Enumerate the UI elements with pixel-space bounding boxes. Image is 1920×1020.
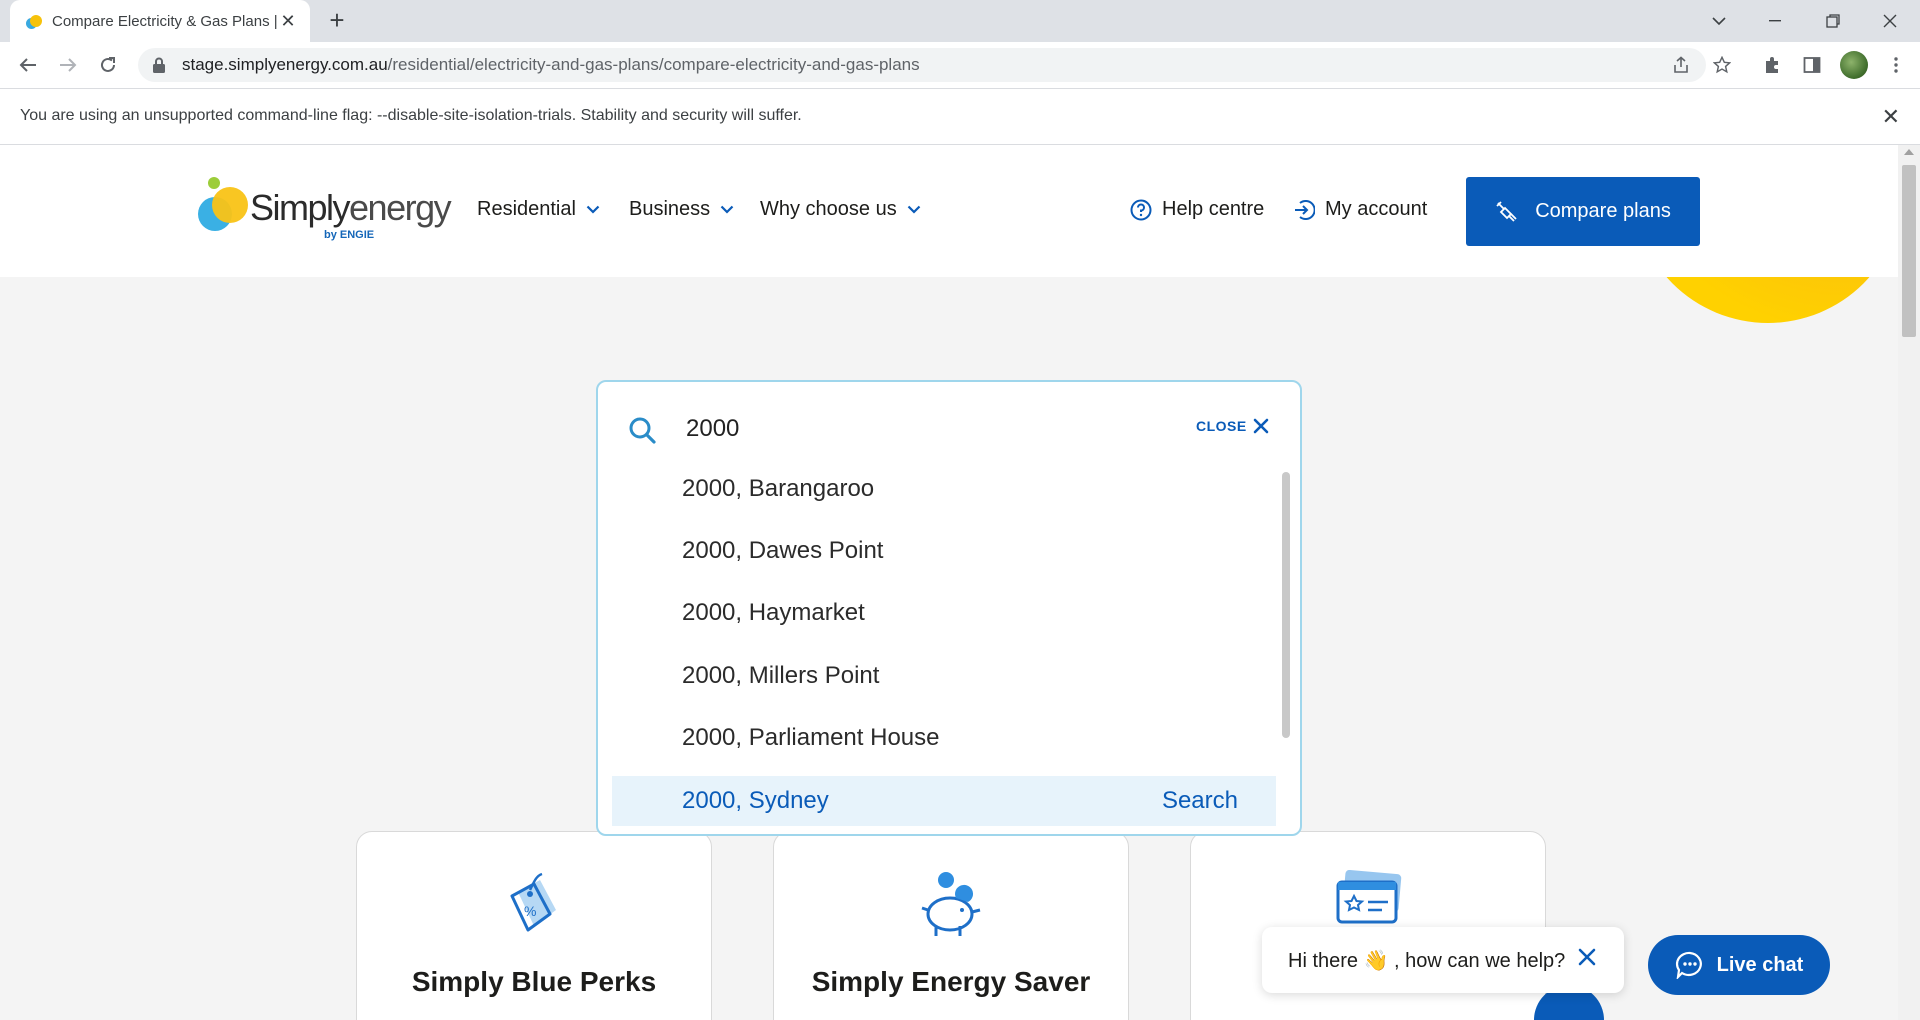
side-panel-icon[interactable] xyxy=(1798,51,1826,79)
help-centre-label: Help centre xyxy=(1162,198,1265,220)
new-tab-icon[interactable]: + xyxy=(324,7,350,34)
chevron-down-icon xyxy=(720,205,734,214)
address-bar[interactable]: stage.simplyenergy.com.au/residential/el… xyxy=(138,48,1706,82)
tab-close-icon[interactable]: ✕ xyxy=(278,11,298,31)
simply-energy-logo[interactable]: Simplyenergy by ENGIE xyxy=(198,177,452,247)
nav-residential[interactable]: Residential xyxy=(477,198,600,221)
chevron-down-icon xyxy=(907,205,921,214)
tab-search-icon[interactable] xyxy=(1706,8,1732,34)
postcode-search-popup: CLOSE 2000, Barangaroo 2000, Dawes Point… xyxy=(596,380,1302,836)
browser-tab[interactable]: Compare Electricity & Gas Plans | ✕ xyxy=(10,0,310,42)
search-result-item-active[interactable]: 2000, Sydney Search xyxy=(612,776,1276,826)
chat-greeting-text: Hi there 👋 , how can we help? xyxy=(1288,949,1566,972)
discount-tag-icon: % xyxy=(504,870,564,936)
nav-business[interactable]: Business xyxy=(629,198,734,221)
close-label: CLOSE xyxy=(1196,418,1247,434)
svg-text:%: % xyxy=(524,903,536,919)
my-account-link[interactable]: My account xyxy=(1293,198,1427,221)
membership-card-icon xyxy=(1332,870,1404,930)
tab-title: Compare Electricity & Gas Plans | xyxy=(52,12,278,30)
compare-plans-label: Compare plans xyxy=(1535,200,1671,222)
live-chat-button[interactable]: Live chat xyxy=(1648,935,1830,995)
nav-why-choose-us[interactable]: Why choose us xyxy=(760,198,921,221)
search-results-list: 2000, Barangaroo 2000, Dawes Point 2000,… xyxy=(612,464,1276,828)
infobar: You are using an unsupported command-lin… xyxy=(0,89,1920,145)
chevron-down-icon xyxy=(586,205,600,214)
browser-menu-icon[interactable] xyxy=(1882,51,1910,79)
postcode-search-input[interactable] xyxy=(684,408,1128,450)
nav-label: Business xyxy=(629,198,711,220)
help-circle-icon xyxy=(1130,199,1152,221)
scrollbar-thumb[interactable] xyxy=(1902,165,1916,337)
extensions-icon[interactable] xyxy=(1758,51,1786,79)
page-viewport: Simplyenergy by ENGIE Residential Busine… xyxy=(0,145,1920,1020)
bookmark-star-icon[interactable] xyxy=(1708,51,1736,79)
minimize-icon[interactable] xyxy=(1762,8,1788,34)
chat-close-icon[interactable] xyxy=(1578,948,1596,966)
search-icon xyxy=(628,416,656,444)
share-icon[interactable] xyxy=(1667,51,1695,79)
my-account-label: My account xyxy=(1325,198,1428,220)
url-path: /residential/electricity-and-gas-plans/c… xyxy=(387,55,920,74)
result-search-action[interactable]: Search xyxy=(1162,776,1238,826)
compare-plans-button[interactable]: Compare plans xyxy=(1466,177,1700,246)
close-window-icon[interactable] xyxy=(1877,8,1903,34)
plug-icon xyxy=(1495,200,1519,224)
search-result-item[interactable]: 2000, Millers Point xyxy=(612,651,1276,701)
piggy-bank-icon xyxy=(916,870,986,940)
page-scrollbar[interactable] xyxy=(1898,145,1920,1020)
reload-icon[interactable] xyxy=(94,51,122,79)
card-title: Simply Blue Perks xyxy=(411,966,657,997)
profile-avatar[interactable] xyxy=(1840,51,1868,79)
card-simply-blue-perks[interactable]: % Simply Blue Perks xyxy=(356,831,712,1020)
search-result-item[interactable]: 2000, Dawes Point xyxy=(612,526,1276,576)
chat-bubble-icon xyxy=(1675,951,1705,979)
infobar-close-icon[interactable]: ✕ xyxy=(1882,104,1900,130)
search-result-item[interactable]: 2000, Parliament House xyxy=(612,713,1276,763)
search-result-item[interactable]: 2000, Barangaroo xyxy=(612,464,1276,514)
results-scrollbar[interactable] xyxy=(1282,472,1290,738)
back-icon[interactable] xyxy=(14,51,42,79)
card-simply-energy-saver[interactable]: Simply Energy Saver xyxy=(773,831,1129,1020)
url-host: stage.simplyenergy.com.au xyxy=(182,55,388,74)
restore-icon[interactable] xyxy=(1820,8,1846,34)
help-centre-link[interactable]: Help centre xyxy=(1130,198,1264,221)
scroll-up-icon[interactable] xyxy=(1904,149,1914,155)
infobar-message: You are using an unsupported command-lin… xyxy=(20,107,802,124)
close-search-button[interactable]: CLOSE xyxy=(1196,418,1269,434)
favicon-icon xyxy=(24,12,42,30)
browser-toolbar: stage.simplyenergy.com.au/residential/el… xyxy=(0,42,1920,89)
browser-tabstrip: Compare Electricity & Gas Plans | ✕ + xyxy=(0,0,1920,42)
nav-label: Why choose us xyxy=(760,198,897,220)
search-result-item[interactable]: 2000, Haymarket xyxy=(612,588,1276,638)
forward-icon[interactable] xyxy=(54,51,82,79)
login-icon xyxy=(1293,199,1315,221)
live-chat-label: Live chat xyxy=(1716,953,1804,976)
nav-label: Residential xyxy=(477,198,576,220)
lock-icon xyxy=(152,57,166,73)
card-title: Simply Energy Saver xyxy=(811,966,1091,997)
close-icon xyxy=(1253,418,1269,434)
chat-greeting-bubble[interactable]: Hi there 👋 , how can we help? xyxy=(1262,927,1624,993)
site-header: Simplyenergy by ENGIE Residential Busine… xyxy=(0,145,1898,277)
